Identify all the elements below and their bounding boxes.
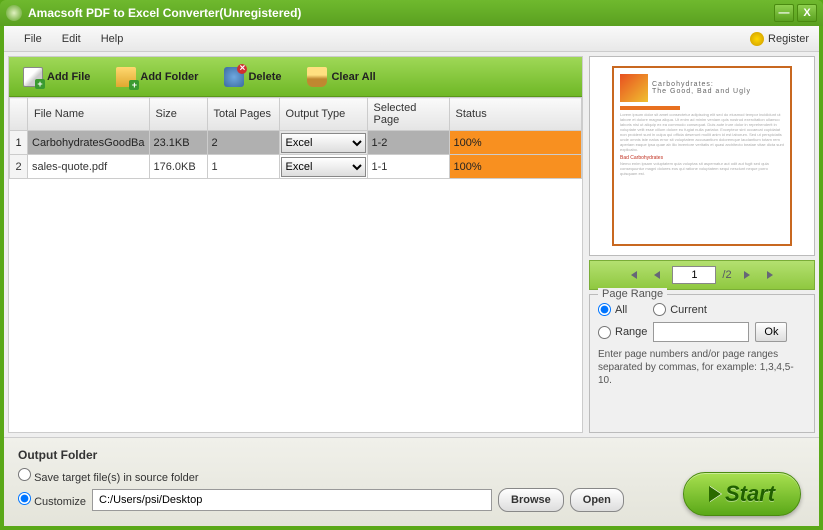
- cell-size: 23.1KB: [149, 131, 207, 155]
- cell-outputtype: Excel: [279, 155, 367, 179]
- pager-current-input[interactable]: [672, 266, 716, 284]
- delete-button[interactable]: Delete: [218, 63, 287, 91]
- cell-totalpages: 2: [207, 131, 279, 155]
- preview-thumbnail-icon: [620, 74, 648, 102]
- key-icon: [750, 32, 764, 46]
- preview-title1: Carbohydrates:: [652, 81, 751, 88]
- menu-help[interactable]: Help: [91, 29, 134, 49]
- save-source-radio[interactable]: [18, 468, 31, 481]
- clear-all-label: Clear All: [331, 71, 375, 83]
- menubar: File Edit Help Register: [4, 26, 819, 52]
- col-size[interactable]: Size: [149, 98, 207, 131]
- titlebar: Amacsoft PDF to Excel Converter(Unregist…: [0, 0, 823, 26]
- app-logo: [6, 5, 22, 21]
- clear-all-icon: [307, 67, 327, 87]
- open-button[interactable]: Open: [570, 488, 624, 512]
- page-range-legend: Page Range: [598, 288, 667, 300]
- pager-prev-button[interactable]: [648, 266, 666, 284]
- pager-total: /2: [722, 269, 731, 281]
- range-current-radio[interactable]: [653, 303, 666, 316]
- col-outputtype[interactable]: Output Type: [279, 98, 367, 131]
- add-file-icon: [23, 67, 43, 87]
- col-status[interactable]: Status: [449, 98, 581, 131]
- cell-status: 100%: [449, 155, 581, 179]
- start-button[interactable]: Start: [683, 472, 801, 516]
- table-row[interactable]: 2 sales-quote.pdf 176.0KB 1 Excel 1-1: [10, 155, 582, 179]
- start-label: Start: [725, 481, 775, 507]
- start-arrow-icon: [709, 486, 721, 502]
- range-current-label[interactable]: Current: [653, 303, 707, 316]
- range-input[interactable]: [653, 322, 749, 342]
- range-all-radio[interactable]: [598, 303, 611, 316]
- delete-label: Delete: [248, 71, 281, 83]
- add-file-button[interactable]: Add File: [17, 63, 96, 91]
- customize-radio[interactable]: [18, 492, 31, 505]
- output-folder-title: Output Folder: [18, 448, 805, 462]
- add-folder-icon: [116, 67, 136, 87]
- range-all-label[interactable]: All: [598, 303, 627, 316]
- table-row[interactable]: 1 CarbohydratesGoodBa 23.1KB 2 Excel 1-2: [10, 131, 582, 155]
- cell-outputtype: Excel: [279, 131, 367, 155]
- cell-size: 176.0KB: [149, 155, 207, 179]
- preview-page: Carbohydrates: The Good, Bad and Ugly Lo…: [612, 66, 792, 246]
- range-range-label[interactable]: Range: [598, 326, 647, 339]
- pager-last-button[interactable]: [762, 266, 780, 284]
- page-range-group: Page Range All Current Range Ok Enter pa…: [589, 294, 815, 433]
- clear-all-button[interactable]: Clear All: [301, 63, 381, 91]
- range-ok-button[interactable]: Ok: [755, 322, 787, 342]
- browse-button[interactable]: Browse: [498, 488, 564, 512]
- preview-title2: The Good, Bad and Ugly: [652, 88, 751, 95]
- save-source-label[interactable]: Save target file(s) in source folder: [18, 468, 199, 484]
- pager: /2: [589, 260, 815, 290]
- toolbar: Add File Add Folder Delete Clear All: [9, 57, 582, 97]
- add-folder-button[interactable]: Add Folder: [110, 63, 204, 91]
- output-type-select[interactable]: Excel: [281, 133, 366, 153]
- range-help-text: Enter page numbers and/or page ranges se…: [598, 348, 806, 387]
- customize-label[interactable]: Customize: [18, 492, 86, 508]
- add-file-label: Add File: [47, 71, 90, 83]
- output-path-input[interactable]: [92, 489, 492, 511]
- window-title: Amacsoft PDF to Excel Converter(Unregist…: [28, 6, 771, 20]
- file-table: File Name Size Total Pages Output Type S…: [9, 97, 582, 179]
- row-index: 1: [10, 131, 28, 155]
- delete-icon: [224, 67, 244, 87]
- output-type-select[interactable]: Excel: [281, 157, 366, 177]
- cell-filename: CarbohydratesGoodBa: [28, 131, 150, 155]
- col-filename[interactable]: File Name: [28, 98, 150, 131]
- cell-totalpages: 1: [207, 155, 279, 179]
- pager-next-button[interactable]: [738, 266, 756, 284]
- cell-filename: sales-quote.pdf: [28, 155, 150, 179]
- menu-edit[interactable]: Edit: [52, 29, 91, 49]
- range-range-radio[interactable]: [598, 326, 611, 339]
- preview-pane: Carbohydrates: The Good, Bad and Ugly Lo…: [589, 56, 815, 256]
- col-selectedpage[interactable]: Selected Page: [367, 98, 449, 131]
- cell-selectedpage: 1-2: [367, 131, 449, 155]
- register-label: Register: [768, 33, 809, 45]
- pager-first-button[interactable]: [624, 266, 642, 284]
- output-folder-panel: Output Folder Save target file(s) in sou…: [4, 437, 819, 526]
- close-button[interactable]: X: [797, 4, 817, 22]
- col-rownum: [10, 98, 28, 131]
- add-folder-label: Add Folder: [140, 71, 198, 83]
- minimize-button[interactable]: —: [774, 4, 794, 22]
- register-button[interactable]: Register: [750, 32, 809, 46]
- menu-file[interactable]: File: [14, 29, 52, 49]
- row-index: 2: [10, 155, 28, 179]
- cell-selectedpage: 1-1: [367, 155, 449, 179]
- col-totalpages[interactable]: Total Pages: [207, 98, 279, 131]
- cell-status: 100%: [449, 131, 581, 155]
